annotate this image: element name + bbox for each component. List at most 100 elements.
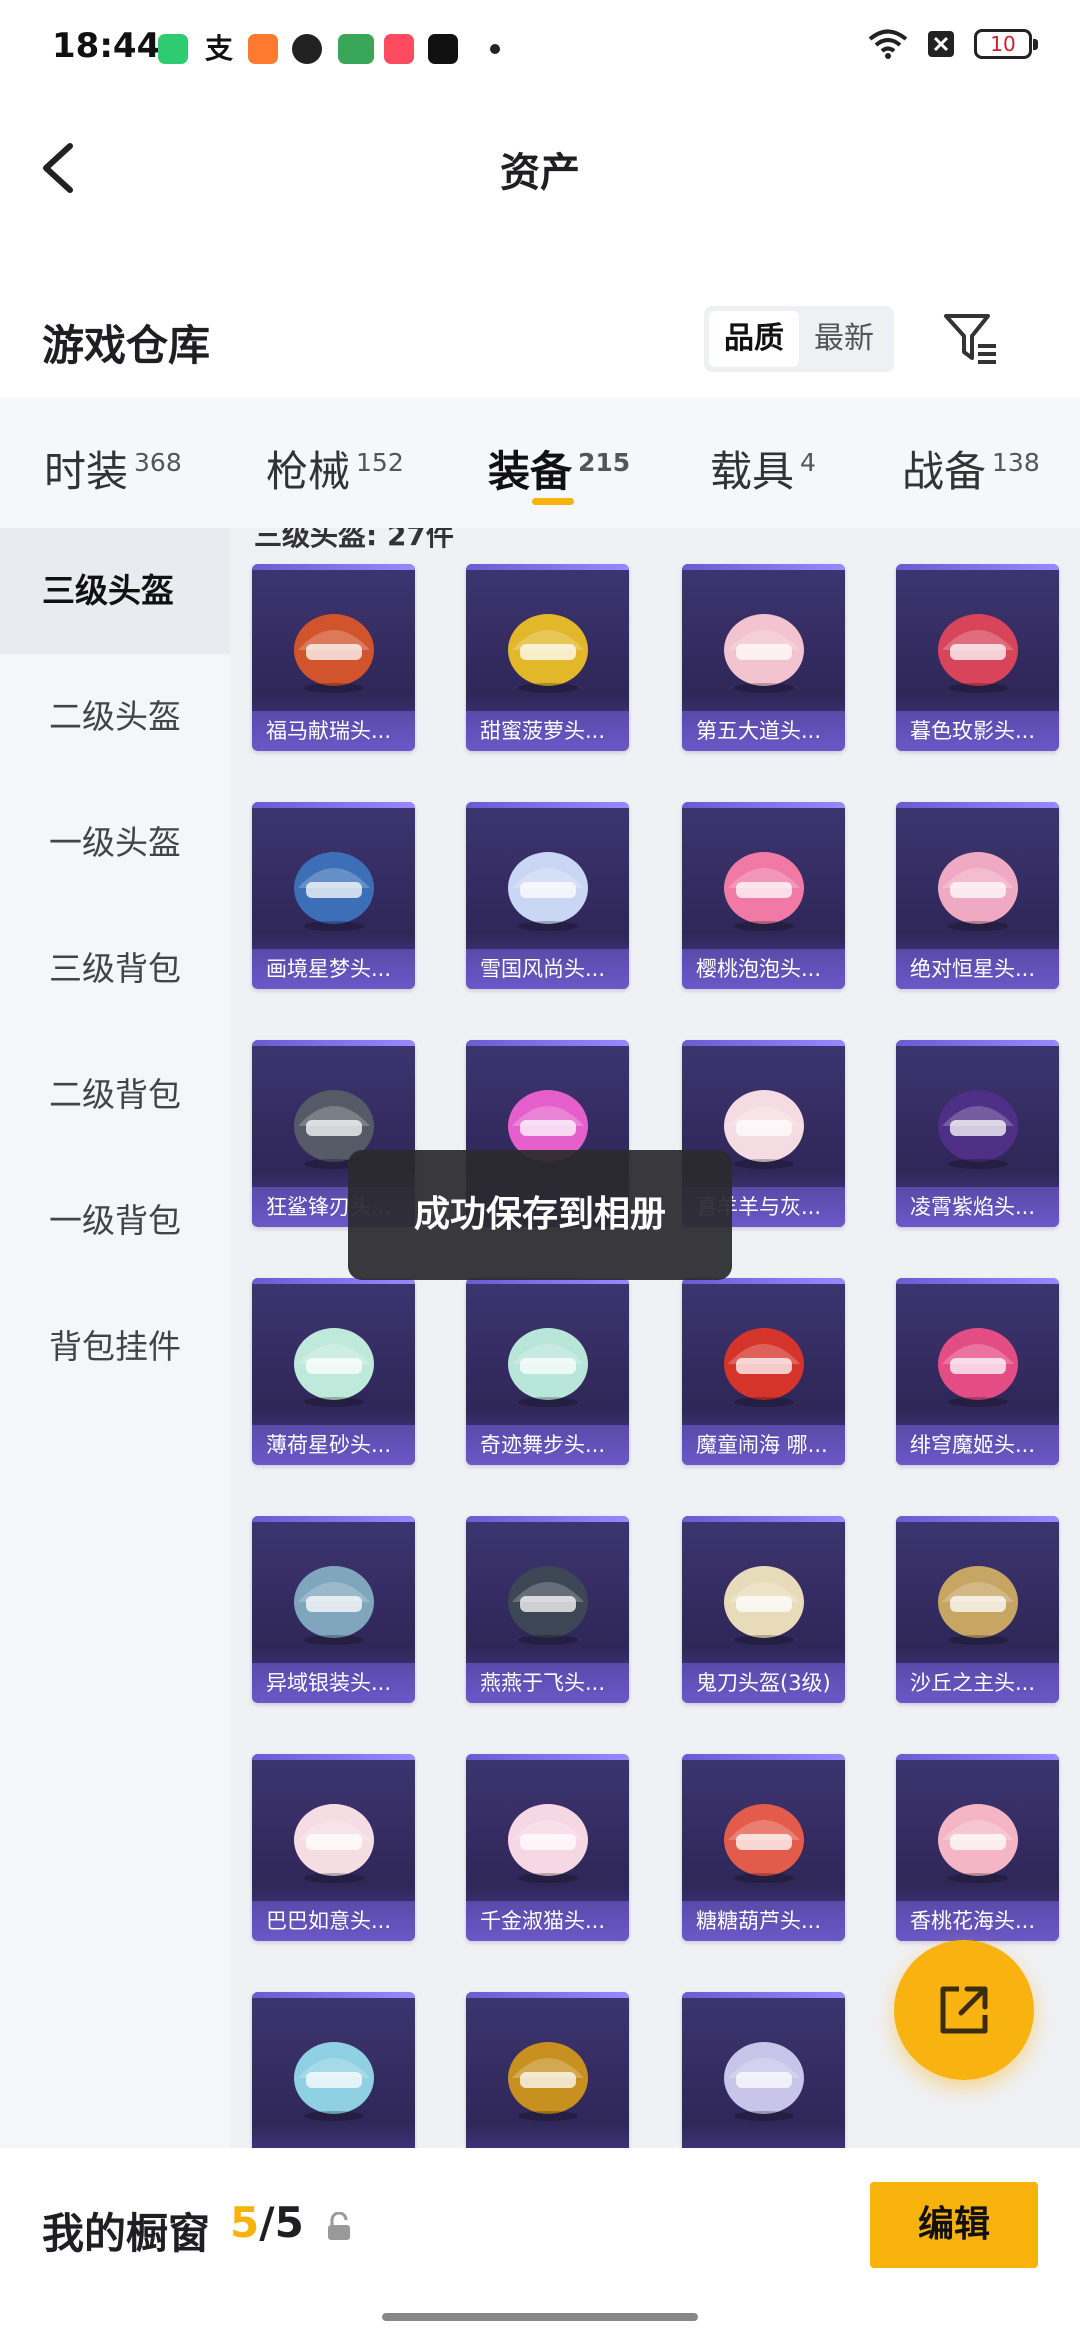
helmet-icon xyxy=(294,852,374,931)
item-card[interactable]: 甜蜜菠萝头... xyxy=(466,564,629,751)
tab-label: 载具 xyxy=(710,447,795,496)
video-icon xyxy=(384,34,414,64)
sidebar-item-backpack-charm[interactable]: 背包挂件 xyxy=(0,1284,230,1410)
battery-saver-icon xyxy=(158,34,188,64)
helmet-icon xyxy=(724,1804,804,1883)
item-card-label: 奇迹舞步头... xyxy=(466,1425,629,1465)
status-bar: 18:44 支 10 xyxy=(0,0,1080,96)
helmet-icon xyxy=(724,1566,804,1645)
home-indicator xyxy=(382,2313,698,2321)
item-card[interactable]: 绯穹魔姬头... xyxy=(896,1278,1059,1465)
sort-option-newest[interactable]: 最新 xyxy=(799,311,889,367)
tab-count: 152 xyxy=(356,448,404,477)
item-card[interactable]: 薄荷星砂头... xyxy=(252,1278,415,1465)
item-card[interactable]: 魔童闹海 哪... xyxy=(682,1278,845,1465)
item-card-label: 千金淑猫头... xyxy=(466,1901,629,1941)
helmet-icon xyxy=(938,1328,1018,1407)
item-card[interactable]: 糖糖葫芦头... xyxy=(682,1754,845,1941)
showcase-title: 我的橱窗 xyxy=(42,2209,211,2258)
tab-firearms[interactable]: 枪械 152 xyxy=(266,438,404,499)
item-card-label: 凌霄紫焰头... xyxy=(896,1187,1059,1227)
helmet-icon xyxy=(294,1328,374,1407)
item-card[interactable]: 沙丘之主头... xyxy=(896,1516,1059,1703)
item-card-label: 画境星梦头... xyxy=(252,949,415,989)
tab-label: 装备 xyxy=(488,447,573,496)
item-card-label: 甜蜜菠萝头... xyxy=(466,711,629,751)
item-card-label: 樱桃泡泡头... xyxy=(682,949,845,989)
item-card[interactable] xyxy=(466,1992,629,2148)
item-card-label: 沙丘之主头... xyxy=(896,1663,1059,1703)
showcase-count-total: /5 xyxy=(259,2198,304,2247)
tab-vehicles[interactable]: 载具 4 xyxy=(710,438,816,499)
item-card[interactable]: 雪国风尚头... xyxy=(466,802,629,989)
sim-disabled-icon xyxy=(928,31,954,57)
item-grid: 三级头盔: 27件 福马献瑞头... 甜蜜菠萝头... 第五大道头... 暮色玫影头.… xyxy=(230,528,1080,2148)
item-card[interactable]: 奇迹舞步头... xyxy=(466,1278,629,1465)
item-card[interactable] xyxy=(252,1992,415,2148)
item-card-label: 雪国风尚头... xyxy=(466,949,629,989)
item-card-label: 绯穹魔姬头... xyxy=(896,1425,1059,1465)
tab-count: 4 xyxy=(800,448,816,477)
helmet-icon xyxy=(508,1566,588,1645)
tab-supplies[interactable]: 战备 138 xyxy=(902,438,1040,499)
item-card[interactable]: 第五大道头... xyxy=(682,564,845,751)
active-tab-indicator xyxy=(532,498,574,505)
sidebar-item-level3-helmet[interactable]: 三级头盔 xyxy=(0,528,230,654)
sidebar-item-level2-helmet[interactable]: 二级头盔 xyxy=(0,654,230,780)
helmet-icon xyxy=(938,1090,1018,1169)
item-card[interactable]: 凌霄紫焰头... xyxy=(896,1040,1059,1227)
helmet-icon xyxy=(938,852,1018,931)
status-time: 18:44 xyxy=(52,26,161,66)
tab-count: 215 xyxy=(578,448,631,477)
share-external-icon xyxy=(940,1986,988,2034)
item-card[interactable]: 香桃花海头... xyxy=(896,1754,1059,1941)
item-card[interactable]: 燕燕于飞头... xyxy=(466,1516,629,1703)
item-card[interactable]: 画境星梦头... xyxy=(252,802,415,989)
status-right: 10 xyxy=(868,28,1038,60)
page-title: 资产 xyxy=(500,150,580,196)
item-card-label: 鬼刀头盔(3级) xyxy=(682,1663,845,1703)
item-card[interactable]: 福马献瑞头... xyxy=(252,564,415,751)
helmet-icon xyxy=(724,614,804,693)
sidebar-item-level1-backpack[interactable]: 一级背包 xyxy=(0,1158,230,1284)
sort-option-quality[interactable]: 品质 xyxy=(709,311,799,367)
edit-showcase-button[interactable]: 编辑 xyxy=(870,2182,1038,2268)
item-card[interactable]: 巴巴如意头... xyxy=(252,1754,415,1941)
item-card[interactable]: 绝对恒星头... xyxy=(896,802,1059,989)
helmet-icon xyxy=(938,614,1018,693)
showcase-count: 5/5 xyxy=(230,2198,304,2247)
sort-toggle: 品质 最新 xyxy=(704,306,894,372)
item-card-label: 魔童闹海 哪... xyxy=(682,1425,845,1465)
item-card[interactable]: 鬼刀头盔(3级) xyxy=(682,1516,845,1703)
more-dot-icon xyxy=(490,44,500,54)
tiktok-icon xyxy=(428,34,458,64)
helmet-icon xyxy=(508,1804,588,1883)
helmet-icon xyxy=(724,2042,804,2121)
sidebar-item-level3-backpack[interactable]: 三级背包 xyxy=(0,906,230,1032)
helmet-icon xyxy=(938,1804,1018,1883)
helmet-icon xyxy=(724,852,804,931)
battery-indicator: 10 xyxy=(974,29,1038,59)
item-card[interactable]: 樱桃泡泡头... xyxy=(682,802,845,989)
item-card-label: 巴巴如意头... xyxy=(252,1901,415,1941)
tab-label: 时装 xyxy=(44,447,129,496)
item-card[interactable]: 异域银装头... xyxy=(252,1516,415,1703)
sidebar-item-level2-backpack[interactable]: 二级背包 xyxy=(0,1032,230,1158)
share-fab-button[interactable] xyxy=(894,1940,1034,2080)
item-card-label: 糖糖葫芦头... xyxy=(682,1901,845,1941)
helmet-icon xyxy=(294,2042,374,2121)
tab-equipment[interactable]: 装备 215 xyxy=(488,438,630,499)
filter-icon xyxy=(944,314,996,364)
tab-label: 战备 xyxy=(902,447,987,496)
wechat-icon xyxy=(292,34,322,64)
item-card[interactable]: 千金淑猫头... xyxy=(466,1754,629,1941)
item-card-label: 福马献瑞头... xyxy=(252,711,415,751)
item-card-label: 绝对恒星头... xyxy=(896,949,1059,989)
item-card[interactable] xyxy=(682,1992,845,2148)
sidebar-item-level1-helmet[interactable]: 一级头盔 xyxy=(0,780,230,906)
helmet-icon xyxy=(294,1566,374,1645)
item-card-label: 薄荷星砂头... xyxy=(252,1425,415,1465)
item-card[interactable]: 暮色玫影头... xyxy=(896,564,1059,751)
filter-button[interactable] xyxy=(938,306,1004,372)
tab-fashion[interactable]: 时装 368 xyxy=(44,438,182,499)
